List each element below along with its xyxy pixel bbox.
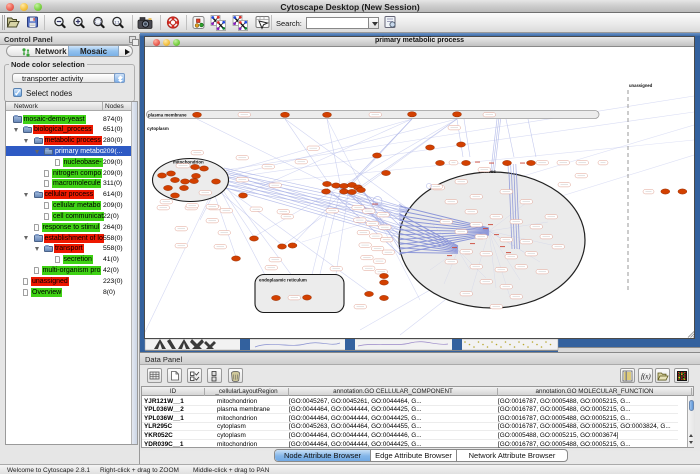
svg-text:unassigned: unassigned xyxy=(629,83,653,88)
svg-text:plasma membrane: plasma membrane xyxy=(148,113,187,118)
svg-text:cytoplasm: cytoplasm xyxy=(147,126,169,131)
svg-text:endoplasmic reticulum: endoplasmic reticulum xyxy=(259,278,307,283)
svg-text:f(x): f(x) xyxy=(641,373,651,381)
svg-text:1:1: 1:1 xyxy=(114,19,120,24)
